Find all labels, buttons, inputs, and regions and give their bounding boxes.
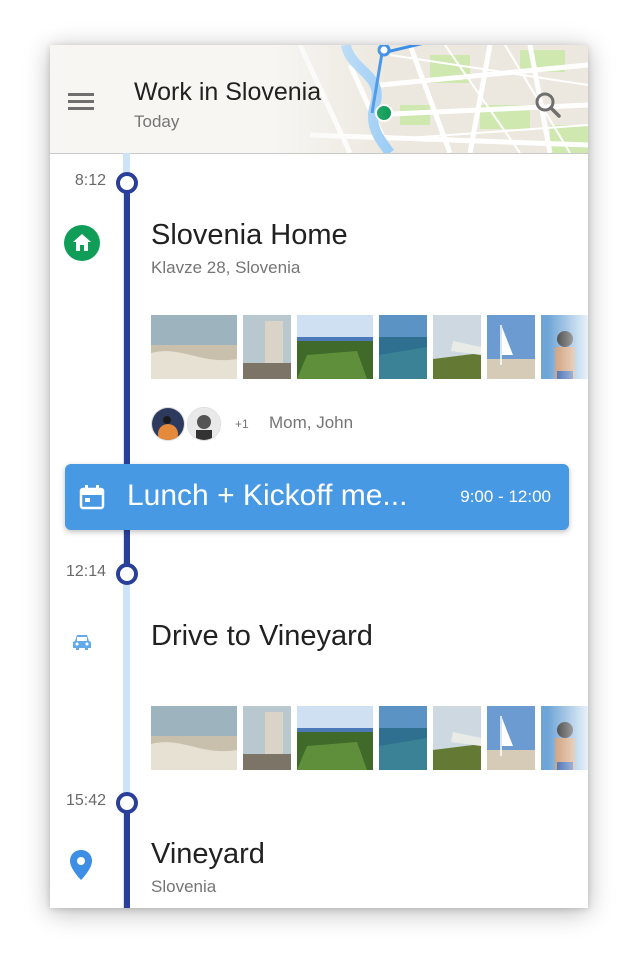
place-address: Slovenia bbox=[151, 877, 217, 896]
timeline-node bbox=[116, 792, 138, 814]
photo-thumbnail[interactable] bbox=[433, 315, 481, 379]
photo-strip-fade bbox=[548, 315, 588, 379]
timeline-node bbox=[116, 172, 138, 194]
extra-people-count: +1 bbox=[235, 417, 249, 431]
location-pin-icon bbox=[70, 850, 92, 880]
place-title[interactable]: Vineyard bbox=[151, 838, 265, 871]
home-icon bbox=[64, 225, 100, 261]
photo-thumbnail[interactable] bbox=[151, 315, 237, 379]
photo-thumbnail[interactable] bbox=[297, 315, 373, 379]
avatar[interactable] bbox=[151, 407, 185, 441]
place-title[interactable]: Slovenia Home bbox=[151, 219, 348, 252]
entry-time: 15:42 bbox=[65, 792, 106, 809]
page-title: Work in Slovenia bbox=[134, 78, 322, 106]
event-time: 9:00 - 12:00 bbox=[460, 487, 551, 506]
page-subtitle: Today bbox=[134, 112, 180, 131]
photo-thumbnail[interactable] bbox=[243, 315, 291, 379]
photo-thumbnail[interactable] bbox=[379, 315, 427, 379]
place-address: Klavze 28, Slovenia bbox=[151, 258, 301, 277]
photo-thumbnail[interactable] bbox=[243, 706, 291, 770]
photo-strip[interactable] bbox=[151, 315, 588, 379]
photo-strip[interactable] bbox=[151, 706, 588, 770]
entry-time: 8:12 bbox=[74, 172, 106, 189]
photo-thumbnail[interactable] bbox=[151, 706, 237, 770]
calendar-event-card[interactable]: Lunch + Kickoff me... 9:00 - 12:00 bbox=[65, 464, 569, 530]
photo-thumbnail[interactable] bbox=[433, 706, 481, 770]
route-title[interactable]: Drive to Vineyard bbox=[151, 620, 373, 653]
avatar[interactable] bbox=[187, 407, 221, 441]
photo-strip-fade bbox=[548, 706, 588, 770]
photo-thumbnail[interactable] bbox=[297, 706, 373, 770]
photo-thumbnail[interactable] bbox=[487, 706, 535, 770]
app-screen: Work in Slovenia Today 8:12 Slovenia Hom… bbox=[50, 45, 588, 908]
event-title: Lunch + Kickoff me... bbox=[127, 479, 408, 512]
car-icon bbox=[73, 635, 91, 650]
app-bar: Work in Slovenia Today bbox=[50, 45, 588, 154]
menu-icon[interactable] bbox=[68, 93, 96, 115]
search-icon[interactable] bbox=[534, 91, 562, 119]
photo-thumbnail[interactable] bbox=[379, 706, 427, 770]
entry-time: 12:14 bbox=[65, 563, 106, 580]
people-names: Mom, John bbox=[269, 413, 354, 432]
photo-thumbnail[interactable] bbox=[487, 315, 535, 379]
timeline-node bbox=[116, 563, 138, 585]
calendar-icon bbox=[79, 485, 105, 510]
